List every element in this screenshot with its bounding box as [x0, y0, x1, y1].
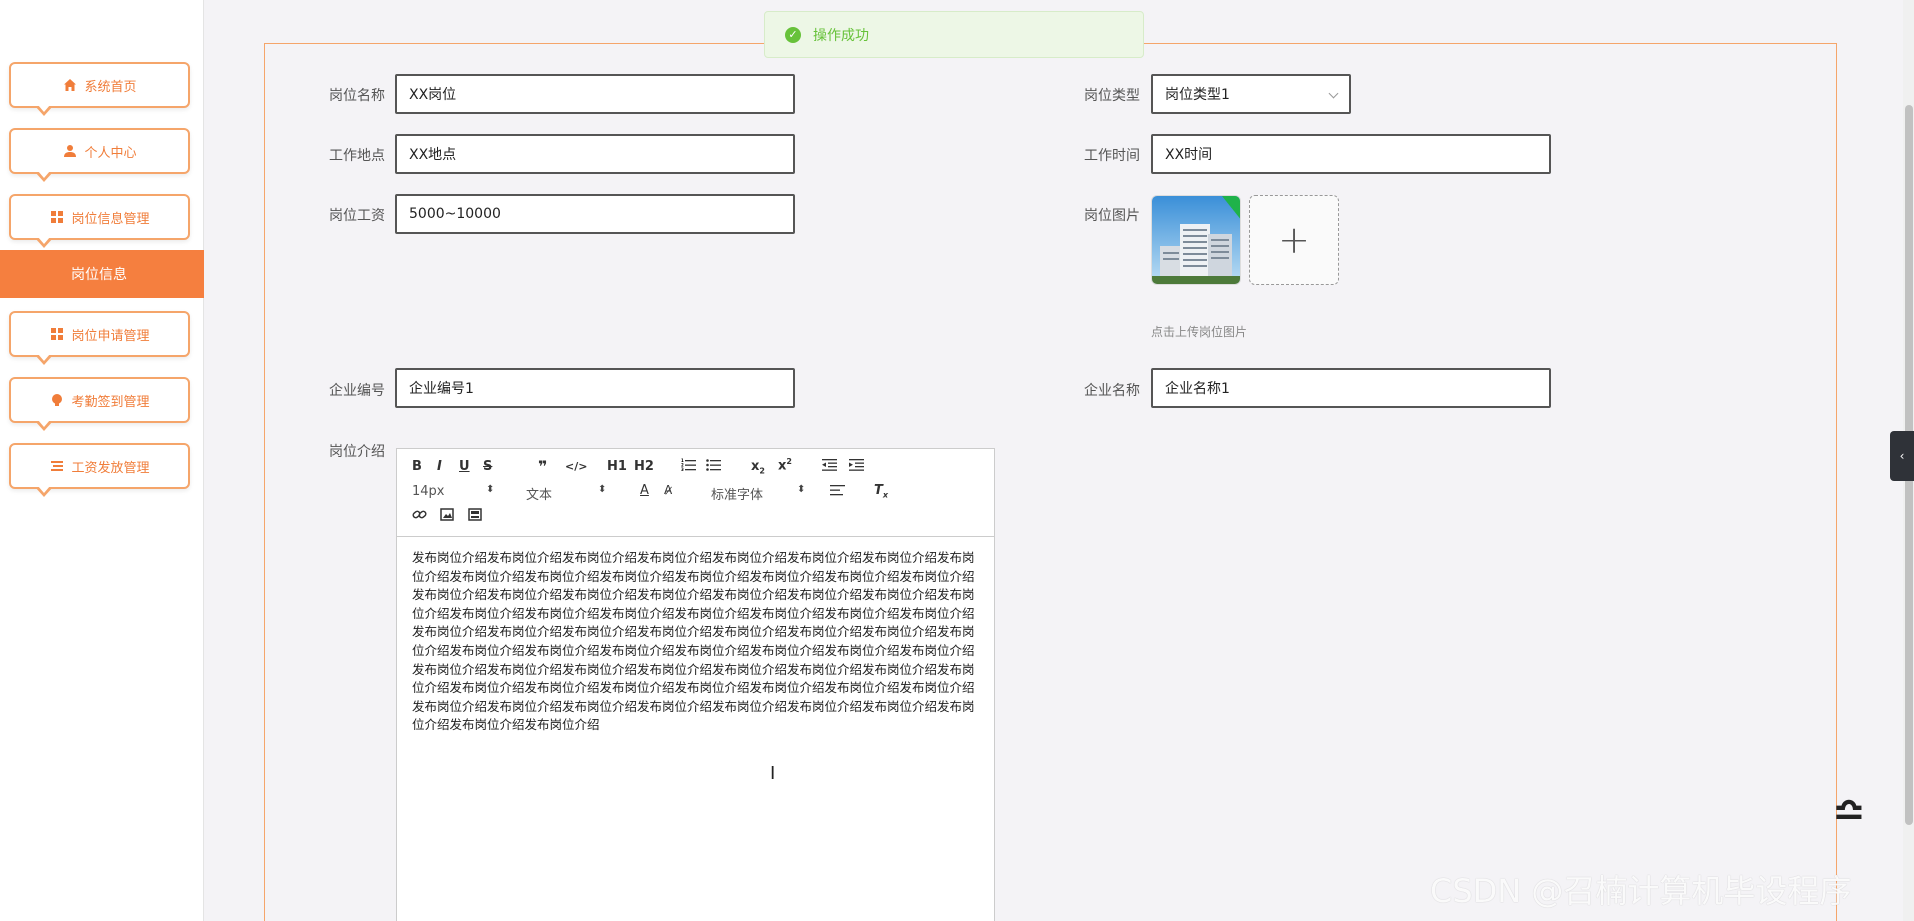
work-time-label: 工作时间: [1084, 148, 1140, 164]
text-cursor-icon: I: [770, 763, 776, 784]
salary-label: 岗位工资: [329, 208, 385, 224]
company-no-value: 企业编号1: [409, 381, 474, 397]
italic-button[interactable]: I: [437, 459, 442, 474]
editor-toolbar: B I U S ❞ </> H1 H2 123 x2 x2 14px ⬍ 文本 …: [397, 449, 994, 537]
ordered-list-button[interactable]: 123: [681, 458, 696, 475]
subscript-button[interactable]: x2: [751, 459, 765, 476]
job-type-value: 岗位类型1: [1165, 87, 1230, 103]
sidebar-subitem-label: 岗位信息: [71, 267, 127, 283]
chevron-down-icon: [1328, 88, 1339, 99]
toast-message: 操作成功: [813, 27, 869, 44]
grid-icon: [49, 209, 65, 225]
job-image-thumbnail[interactable]: [1151, 195, 1241, 285]
location-input[interactable]: XX地点: [395, 134, 795, 174]
plus-icon: +: [1278, 218, 1310, 262]
blockquote-button[interactable]: ❞: [538, 457, 547, 476]
sidebar-item-label: 系统首页: [84, 79, 137, 95]
sidebar-item-profile[interactable]: 个人中心: [9, 128, 190, 182]
collapse-panel-button[interactable]: ‹: [1890, 431, 1914, 481]
indent-button[interactable]: [849, 458, 864, 475]
background-color-button[interactable]: A̷: [664, 483, 672, 497]
font-family-value: 标准字体: [711, 488, 764, 503]
sidebar-item-label: 岗位信息管理: [71, 211, 150, 227]
upload-hint: 点击上传岗位图片: [1151, 325, 1248, 339]
sidebar-item-home[interactable]: 系统首页: [9, 62, 190, 116]
bold-button[interactable]: B: [412, 459, 422, 474]
align-button[interactable]: [830, 484, 845, 501]
sidebar-item-label: 工资发放管理: [71, 460, 150, 476]
user-icon: [62, 143, 78, 159]
video-button[interactable]: [468, 508, 482, 525]
job-name-label: 岗位名称: [329, 88, 385, 104]
company-no-input[interactable]: 企业编号1: [395, 368, 795, 408]
rich-text-editor[interactable]: B I U S ❞ </> H1 H2 123 x2 x2 14px ⬍ 文本 …: [396, 448, 995, 921]
job-name-input[interactable]: XX岗位: [395, 74, 795, 114]
svg-text:3: 3: [681, 467, 684, 471]
home-icon: [62, 77, 78, 93]
work-time-input[interactable]: XX时间: [1151, 134, 1551, 174]
superscript-button[interactable]: x2: [778, 457, 792, 473]
location-label: 工作地点: [329, 148, 385, 164]
bullet-list-button[interactable]: [706, 458, 721, 475]
outdent-button[interactable]: [822, 458, 837, 475]
sidebar-item-label: 岗位申请管理: [71, 328, 150, 344]
company-name-value: 企业名称1: [1165, 381, 1230, 397]
block-type-select[interactable]: 文本 ⬍: [526, 484, 606, 503]
location-value: XX地点: [409, 147, 457, 163]
salary-input[interactable]: 5000~10000: [395, 194, 795, 234]
sidebar-item-job-info-management[interactable]: 岗位信息管理: [9, 194, 190, 248]
image-button[interactable]: [440, 508, 454, 525]
sidebar-item-label: 个人中心: [84, 145, 137, 161]
font-size-value: 14px: [412, 484, 445, 499]
work-time-value: XX时间: [1165, 147, 1213, 163]
sidebar-subitem-job-info[interactable]: 岗位信息: [0, 250, 204, 298]
block-type-value: 文本: [526, 488, 553, 503]
updown-caret-icon: ⬍: [797, 484, 806, 495]
font-family-select[interactable]: 标准字体 ⬍: [711, 484, 805, 503]
bulb-icon: [49, 392, 65, 408]
underline-button[interactable]: U: [459, 459, 470, 474]
sidebar-item-label: 考勤签到管理: [71, 394, 150, 410]
strike-button[interactable]: S: [483, 459, 492, 474]
sidebar-item-job-application-management[interactable]: 岗位申请管理: [9, 311, 190, 365]
editor-content[interactable]: 发布岗位介绍发布岗位介绍发布岗位介绍发布岗位介绍发布岗位介绍发布岗位介绍发布岗位…: [412, 549, 977, 735]
company-name-label: 企业名称: [1084, 383, 1140, 399]
font-color-button[interactable]: A: [640, 483, 649, 498]
updown-caret-icon: ⬍: [598, 484, 607, 495]
sidebar-item-attendance-management[interactable]: 考勤签到管理: [9, 377, 190, 431]
code-block-button[interactable]: </>: [565, 460, 587, 473]
clear-format-button[interactable]: Tx: [874, 483, 888, 500]
job-type-label: 岗位类型: [1084, 88, 1140, 104]
sidebar-item-salary-management[interactable]: 工资发放管理: [9, 443, 190, 497]
company-name-input[interactable]: 企业名称1: [1151, 368, 1551, 408]
sidebar: 系统首页 个人中心 岗位信息管理 岗位信息 岗位申请管理 考勤签到管理 工资发放…: [0, 0, 204, 921]
job-name-value: XX岗位: [409, 87, 457, 103]
link-button[interactable]: [412, 508, 427, 525]
success-toast: ✓ 操作成功: [764, 11, 1144, 58]
upload-image-button[interactable]: +: [1249, 195, 1339, 285]
list-icon: [49, 458, 65, 474]
header-1-button[interactable]: H1: [607, 459, 627, 474]
watermark: CSDN @召楠计算机毕设程序: [1430, 872, 1852, 910]
updown-caret-icon: ⬍: [486, 484, 495, 495]
grid-icon: [49, 326, 65, 342]
chevron-left-icon: ‹: [1899, 449, 1905, 463]
font-size-select[interactable]: 14px ⬍: [412, 484, 494, 499]
job-type-select[interactable]: 岗位类型1: [1151, 74, 1351, 114]
salary-value: 5000~10000: [409, 206, 501, 222]
job-image-label: 岗位图片: [1084, 208, 1140, 224]
company-no-label: 企业编号: [329, 383, 385, 399]
header-2-button[interactable]: H2: [634, 459, 654, 474]
success-check-icon: ✓: [785, 26, 801, 43]
intro-label: 岗位介绍: [329, 444, 385, 460]
partial-logo-icon: ≏: [1832, 790, 1866, 836]
